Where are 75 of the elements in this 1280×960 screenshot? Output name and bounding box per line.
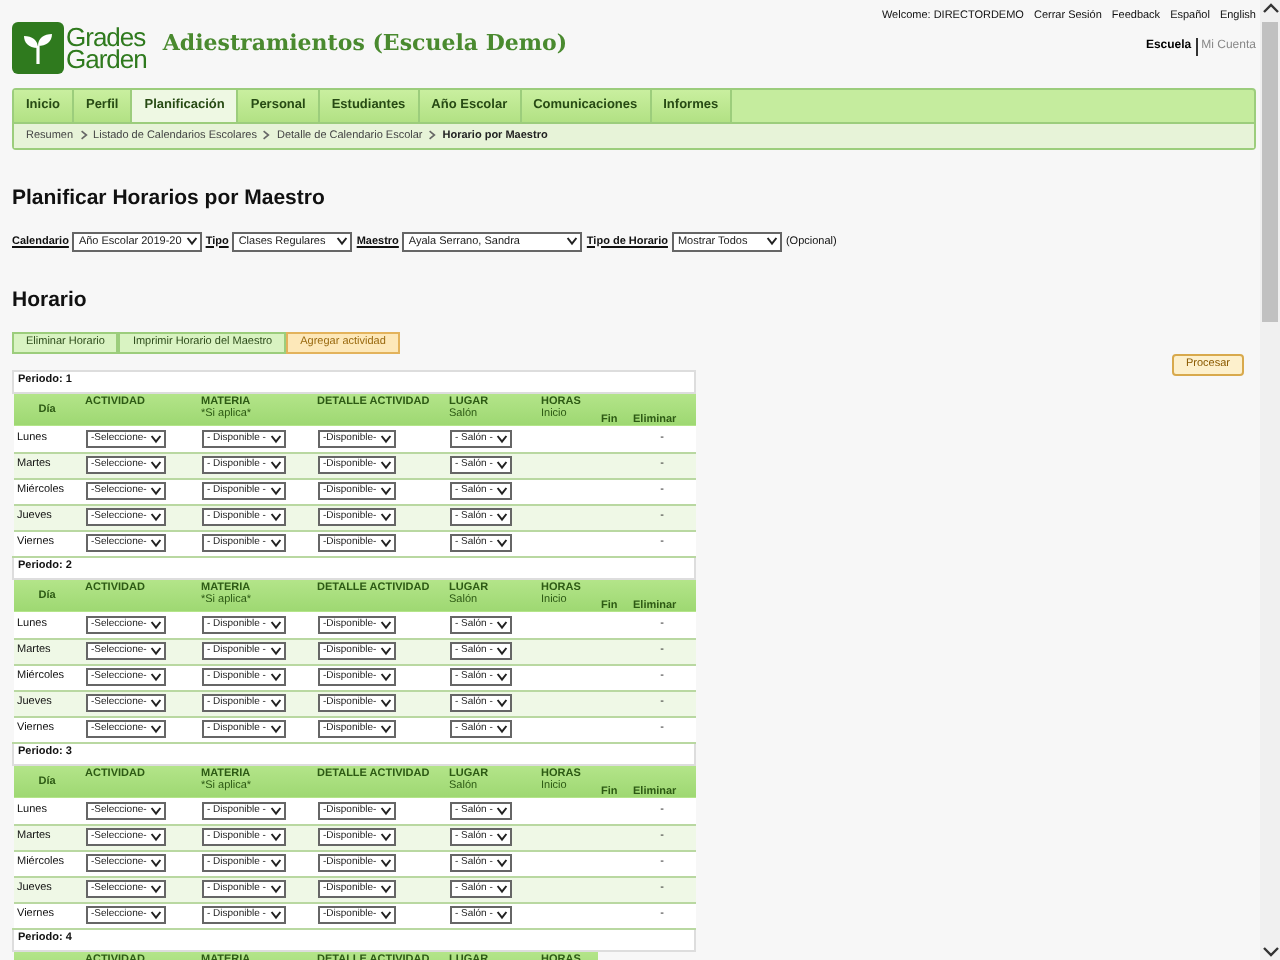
caret-icon xyxy=(496,433,509,444)
caret-icon xyxy=(269,538,282,549)
caret-icon xyxy=(380,672,393,683)
logo-text: Garden xyxy=(66,48,147,70)
caret-icon xyxy=(566,236,579,247)
caret-icon xyxy=(380,858,393,869)
caret-icon xyxy=(496,832,509,843)
caret-icon xyxy=(496,910,509,921)
caret-icon xyxy=(380,724,393,735)
caret-icon xyxy=(269,672,282,683)
caret-icon xyxy=(150,805,163,816)
caret-icon xyxy=(150,538,163,549)
caret-icon xyxy=(336,236,349,247)
caret-icon xyxy=(496,512,509,523)
logo-text: Grades xyxy=(66,26,147,48)
caret-icon xyxy=(496,538,509,549)
caret-icon xyxy=(496,805,509,816)
caret-icon xyxy=(496,619,509,630)
caret-icon xyxy=(269,858,282,869)
caret-icon xyxy=(150,858,163,869)
caret-icon xyxy=(496,698,509,709)
caret-icon xyxy=(150,672,163,683)
chevron-right-icon xyxy=(79,130,88,141)
caret-icon xyxy=(496,460,509,471)
caret-icon xyxy=(269,884,282,895)
scrollbar[interactable] xyxy=(1260,0,1280,960)
caret-icon xyxy=(380,832,393,843)
caret-icon xyxy=(380,433,393,444)
caret-icon xyxy=(496,884,509,895)
caret-icon xyxy=(380,805,393,816)
caret-icon xyxy=(269,646,282,657)
caret-icon xyxy=(150,460,163,471)
caret-icon xyxy=(150,698,163,709)
caret-icon xyxy=(150,486,163,497)
caret-icon xyxy=(765,236,778,247)
page-title: Planificar Horarios por Maestro xyxy=(12,184,327,214)
caret-icon xyxy=(269,486,282,497)
caret-icon xyxy=(269,460,282,471)
caret-icon xyxy=(496,646,509,657)
caret-icon xyxy=(380,884,393,895)
leaf-logo-icon xyxy=(12,22,64,74)
caret-icon xyxy=(150,646,163,657)
caret-icon xyxy=(150,512,163,523)
chevron-right-icon xyxy=(428,130,437,141)
caret-icon xyxy=(150,884,163,895)
caret-icon xyxy=(150,433,163,444)
caret-icon xyxy=(185,236,198,247)
caret-icon xyxy=(380,910,393,921)
caret-icon xyxy=(269,724,282,735)
caret-icon xyxy=(496,724,509,735)
caret-icon xyxy=(150,910,163,921)
caret-icon xyxy=(269,512,282,523)
caret-icon xyxy=(380,646,393,657)
caret-icon xyxy=(150,724,163,735)
caret-icon xyxy=(150,619,163,630)
school-title: Adiestramientos (Escuela Demo) xyxy=(162,27,568,60)
caret-icon xyxy=(496,486,509,497)
chevron-right-icon xyxy=(262,130,271,141)
caret-icon xyxy=(150,832,163,843)
caret-icon xyxy=(380,619,393,630)
caret-icon xyxy=(496,672,509,683)
caret-icon xyxy=(269,805,282,816)
scrollbar-thumb[interactable] xyxy=(1262,22,1278,322)
caret-icon xyxy=(269,698,282,709)
section-title: Horario xyxy=(12,285,89,316)
caret-icon xyxy=(269,619,282,630)
caret-icon xyxy=(269,433,282,444)
caret-icon xyxy=(380,538,393,549)
caret-icon xyxy=(496,858,509,869)
caret-icon xyxy=(380,460,393,471)
caret-icon xyxy=(380,512,393,523)
caret-icon xyxy=(269,832,282,843)
caret-icon xyxy=(380,486,393,497)
caret-icon xyxy=(380,698,393,709)
caret-icon xyxy=(269,910,282,921)
